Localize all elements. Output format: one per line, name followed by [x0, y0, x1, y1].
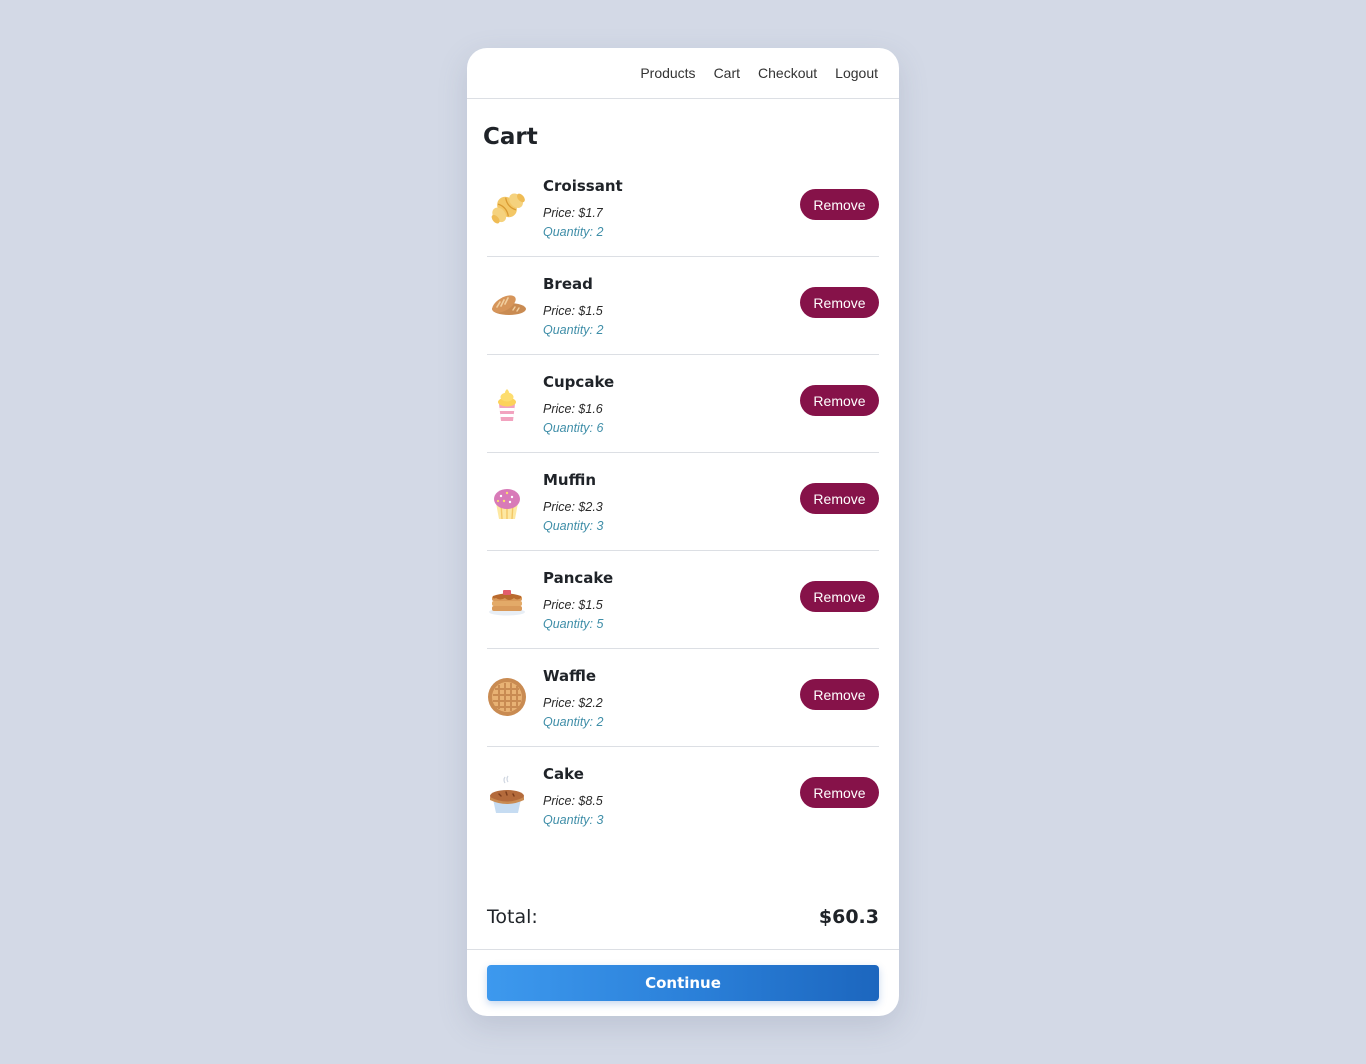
item-price: Price: $1.6: [543, 402, 603, 416]
item-name: Croissant: [543, 177, 623, 195]
nav-link-products[interactable]: Products: [640, 65, 695, 81]
remove-button[interactable]: Remove: [800, 483, 879, 514]
bread-icon: [487, 285, 527, 325]
cart-item: Cupcake Price: $1.6 Quantity: 6 Remove: [487, 355, 879, 453]
continue-button[interactable]: Continue: [487, 965, 879, 1001]
item-quantity: Quantity: 3: [543, 813, 604, 827]
pie-icon: [487, 775, 527, 815]
item-quantity: Quantity: 3: [543, 519, 604, 533]
item-quantity: Quantity: 6: [543, 421, 604, 435]
item-price: Price: $1.5: [543, 598, 603, 612]
item-quantity: Quantity: 2: [543, 225, 604, 239]
cart-item: Croissant Price: $1.7 Quantity: 2 Remove: [487, 159, 879, 257]
nav-link-cart[interactable]: Cart: [714, 65, 740, 81]
item-quantity: Quantity: 2: [543, 323, 604, 337]
cupcake-icon: [487, 383, 527, 423]
pancake-icon: [487, 579, 527, 619]
item-quantity: Quantity: 2: [543, 715, 604, 729]
total-row: Total: $60.3: [487, 906, 879, 928]
cart-item: Muffin Price: $2.3 Quantity: 3 Remove: [487, 453, 879, 551]
nav-link-checkout[interactable]: Checkout: [758, 65, 817, 81]
item-name: Waffle: [543, 667, 597, 685]
item-name: Muffin: [543, 471, 597, 489]
footer-divider: [467, 949, 899, 950]
item-price: Price: $1.5: [543, 304, 603, 318]
cart-item: Bread Price: $1.5 Quantity: 2 Remove: [487, 257, 879, 355]
cart-item: Waffle Price: $2.2 Quantity: 2 Remove: [487, 649, 879, 747]
remove-button[interactable]: Remove: [800, 287, 879, 318]
cart-card: Products Cart Checkout Logout Cart Crois…: [467, 48, 899, 1016]
remove-button[interactable]: Remove: [800, 777, 879, 808]
remove-button[interactable]: Remove: [800, 581, 879, 612]
top-nav: Products Cart Checkout Logout: [467, 48, 899, 99]
total-value: $60.3: [818, 906, 879, 928]
item-price: Price: $8.5: [543, 794, 603, 808]
remove-button[interactable]: Remove: [800, 189, 879, 220]
cart-item-list: Croissant Price: $1.7 Quantity: 2 Remove…: [487, 159, 879, 845]
item-name: Pancake: [543, 569, 614, 587]
croissant-icon: [487, 187, 527, 227]
item-quantity: Quantity: 5: [543, 617, 604, 631]
nav-link-logout[interactable]: Logout: [835, 65, 878, 81]
item-price: Price: $2.2: [543, 696, 603, 710]
page-title: Cart: [483, 124, 538, 150]
item-name: Cake: [543, 765, 584, 783]
waffle-icon: [487, 677, 527, 717]
item-price: Price: $2.3: [543, 500, 603, 514]
remove-button[interactable]: Remove: [800, 679, 879, 710]
item-name: Bread: [543, 275, 593, 293]
muffin-icon: [487, 481, 527, 521]
remove-button[interactable]: Remove: [800, 385, 879, 416]
item-name: Cupcake: [543, 373, 615, 391]
total-label: Total:: [487, 906, 538, 928]
item-price: Price: $1.7: [543, 206, 603, 220]
cart-item: Pancake Price: $1.5 Quantity: 5 Remove: [487, 551, 879, 649]
cart-item: Cake Price: $8.5 Quantity: 3 Remove: [487, 747, 879, 845]
